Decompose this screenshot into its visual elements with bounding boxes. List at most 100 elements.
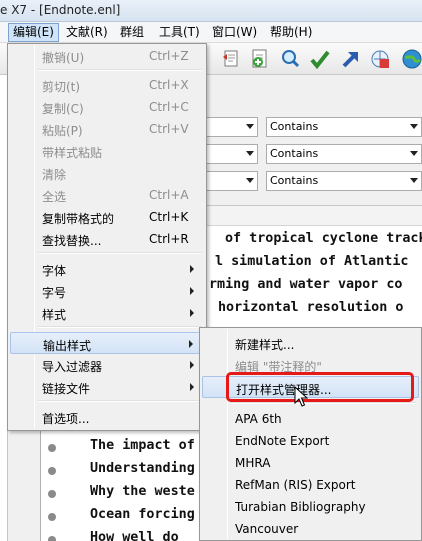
read-status-dot xyxy=(48,444,56,452)
window-title: e X7 - [Endnote.enl] xyxy=(0,3,121,17)
submenu-arrow-icon xyxy=(190,383,194,391)
search-condition-select-2[interactable]: Contains xyxy=(266,144,422,164)
menu-bar: 编辑(E) 文献(R) 群组 工具(T) 窗口(W) 帮助(H) xyxy=(0,22,422,43)
reference-title: The impact of xyxy=(90,438,195,453)
highlight-annotation-box xyxy=(226,372,414,402)
menu-item-clear[interactable]: 清除 xyxy=(10,162,204,184)
menu-separator xyxy=(38,69,202,71)
menu-item-label: 样式 xyxy=(42,308,67,322)
menu-separator xyxy=(38,326,202,328)
submenu-arrow-icon xyxy=(190,265,194,273)
reference-title: rming and water vapor co xyxy=(209,277,403,292)
search-condition-select-3[interactable]: Contains xyxy=(266,171,422,191)
menu-item-size[interactable]: 字号 xyxy=(10,280,204,302)
menu-item-label: 清除 xyxy=(42,168,67,182)
menu-item-label: 链接文件 xyxy=(42,382,91,396)
menu-item-find-replace[interactable]: 查找替换... Ctrl+R xyxy=(10,228,204,250)
submenu-arrow-icon xyxy=(190,361,194,369)
output-styles-submenu: 新建样式... 编辑 "带注释的" 打开样式管理器... APA 6th End… xyxy=(199,327,422,541)
menu-item-paste[interactable]: 粘贴(P) Ctrl+V xyxy=(10,118,204,140)
submenu-arrow-icon xyxy=(190,309,194,317)
submenu-item-style[interactable]: EndNote Export xyxy=(202,430,419,452)
menu-item-paste-with-style[interactable]: 带样式粘贴 xyxy=(10,140,204,162)
menu-item-label: EndNote Export xyxy=(235,434,330,448)
submenu-item-style[interactable]: Turabian Bibliography xyxy=(202,496,419,518)
reference-title: horizontal resolution o xyxy=(218,300,404,315)
menu-item-shortcut: Ctrl+Z xyxy=(149,49,189,63)
read-status-dot xyxy=(48,513,56,521)
menu-item-shortcut: Ctrl+K xyxy=(149,210,189,224)
go-to-word-icon[interactable] xyxy=(338,47,362,71)
submenu-item-style[interactable]: RefMan (RIS) Export xyxy=(202,474,419,496)
menu-item-shortcut: Ctrl+V xyxy=(149,122,189,136)
menu-item-copy[interactable]: 复制(C) Ctrl+C xyxy=(10,96,204,118)
read-status-dot xyxy=(48,467,56,475)
menu-item-cut[interactable]: 剪切(t) Ctrl+X xyxy=(10,74,204,96)
menu-item-label: 字体 xyxy=(42,264,67,278)
menu-groups[interactable]: 群组 xyxy=(116,23,148,42)
menu-item-label: 输出样式 xyxy=(43,339,92,353)
submenu-arrow-icon xyxy=(190,287,194,295)
menu-item-label: Vancouver xyxy=(235,522,299,536)
search-icon[interactable] xyxy=(278,47,302,71)
menu-item-preferences[interactable]: 首选项... xyxy=(10,406,204,428)
menu-item-label: 带样式粘贴 xyxy=(42,146,103,160)
menu-separator xyxy=(230,402,416,404)
reference-title: of tropical cyclone track xyxy=(225,231,422,246)
menu-item-connection-files[interactable]: 链接文件 xyxy=(10,376,204,398)
reference-title: Why the weste xyxy=(90,484,195,499)
copy-format-icon[interactable] xyxy=(220,47,244,71)
menu-references[interactable]: 文献(R) xyxy=(62,23,112,42)
submenu-arrow-icon xyxy=(189,340,193,348)
menu-edit[interactable]: 编辑(E) xyxy=(8,23,59,42)
menu-item-style[interactable]: 样式 xyxy=(10,302,204,324)
menu-item-undo[interactable]: 撤销(U) Ctrl+Z xyxy=(10,45,204,67)
submenu-item-style[interactable]: APA 6th xyxy=(202,408,419,430)
menu-window[interactable]: 窗口(W) xyxy=(208,23,261,42)
menu-item-label: 复制带格式的 xyxy=(42,212,115,226)
menu-item-label: 剪切(t) xyxy=(42,80,81,94)
menu-item-label: 撤销(U) xyxy=(42,51,85,65)
menu-item-output-styles[interactable]: 输出样式 xyxy=(10,332,204,354)
format-bibliography-icon[interactable] xyxy=(368,47,392,71)
submenu-item-style[interactable]: Vancouver xyxy=(202,518,419,540)
submenu-item-style[interactable]: MHRA xyxy=(202,452,419,474)
menu-item-label: MHRA xyxy=(235,456,271,470)
edit-menu-dropdown: 撤销(U) Ctrl+Z 剪切(t) Ctrl+X 复制(C) Ctrl+C 粘… xyxy=(7,43,207,431)
menu-item-shortcut: Ctrl+X xyxy=(149,78,189,92)
menu-item-shortcut: Ctrl+C xyxy=(149,100,189,114)
search-condition-value: Contains xyxy=(270,174,319,187)
menu-item-label: RefMan (RIS) Export xyxy=(235,478,356,492)
menu-item-label: 导入过滤器 xyxy=(42,360,103,374)
search-condition-value: Contains xyxy=(270,147,319,160)
mouse-cursor-icon xyxy=(294,386,308,407)
menu-item-label: 首选项... xyxy=(42,412,90,426)
menu-separator xyxy=(38,400,202,402)
submenu-item-new-style[interactable]: 新建样式... xyxy=(202,332,419,354)
menu-separator xyxy=(38,252,202,254)
menu-item-label: 复制(C) xyxy=(42,102,84,116)
menu-item-select-all[interactable]: 全选 Ctrl+A xyxy=(10,184,204,206)
menu-item-copy-formatted[interactable]: 复制带格式的 Ctrl+K xyxy=(10,206,204,228)
reference-title: Ocean forcing xyxy=(90,507,195,522)
online-search-icon[interactable] xyxy=(400,47,422,71)
menu-item-label: APA 6th xyxy=(235,412,282,426)
new-reference-icon[interactable] xyxy=(248,47,272,71)
menu-item-label: 全选 xyxy=(42,190,67,204)
menu-item-shortcut: Ctrl+R xyxy=(149,232,189,246)
search-condition-select-1[interactable]: Contains xyxy=(266,117,422,137)
menu-item-label: 新建样式... xyxy=(235,338,295,352)
menu-tools[interactable]: 工具(T) xyxy=(155,23,204,42)
window-titlebar: e X7 - [Endnote.enl] xyxy=(0,0,422,22)
reference-title: Understanding xyxy=(90,461,195,476)
read-status-dot xyxy=(48,536,56,541)
menu-item-import-filters[interactable]: 导入过滤器 xyxy=(10,354,204,376)
menu-item-font[interactable]: 字体 xyxy=(10,258,204,280)
read-status-dot xyxy=(48,490,56,498)
menu-item-label: 粘贴(P) xyxy=(42,124,83,138)
insert-citation-icon[interactable] xyxy=(308,47,332,71)
reference-title: How well do xyxy=(90,530,179,541)
menu-item-shortcut: Ctrl+A xyxy=(149,188,189,202)
menu-help[interactable]: 帮助(H) xyxy=(266,23,316,42)
menu-item-label: Turabian Bibliography xyxy=(235,500,366,514)
